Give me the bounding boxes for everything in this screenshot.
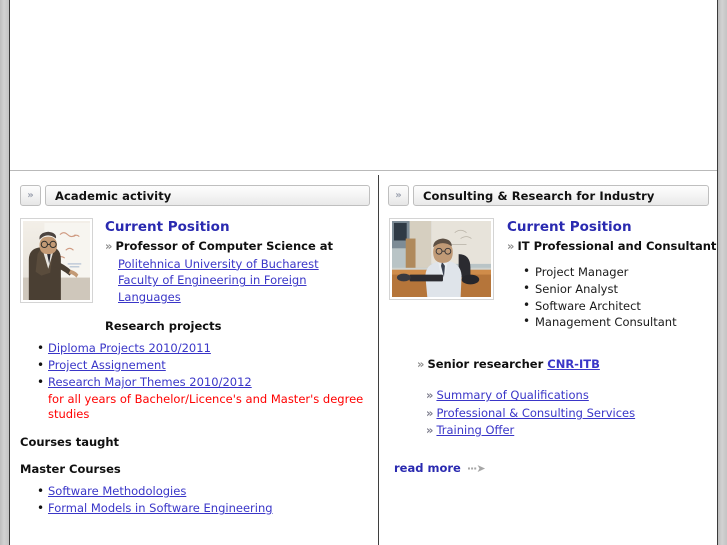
senior-researcher-prefix: Senior researcher [427, 357, 544, 372]
man-presenting-at-whiteboard-photo [23, 221, 90, 300]
link-summary-of-qualifications[interactable]: Summary of Qualifications [436, 388, 588, 402]
academic-text-block: Current Position » Professor of Computer … [105, 218, 368, 333]
list-item: Formal Models in Software Engineering [37, 499, 368, 517]
man-at-desk-with-computer-photo [392, 221, 491, 297]
link-formal-models-software-engineering[interactable]: Formal Models in Software Engineering [48, 501, 273, 515]
read-more-link[interactable]: read more ···➤ [394, 461, 707, 475]
academic-photo-frame [20, 218, 93, 303]
academic-affiliation-links: Politehnica University of Bucharest Facu… [105, 256, 368, 306]
master-courses-list: Software Methodologies Formal Models in … [20, 482, 368, 518]
top-banner-area [10, 0, 717, 170]
link-project-assignement[interactable]: Project Assignement [48, 358, 166, 372]
link-software-methodologies[interactable]: Software Methodologies [48, 484, 186, 498]
list-item: Diploma Projects 2010/2011 [37, 339, 368, 357]
right-edge-rule [717, 0, 718, 545]
panel-header-academic: » Academic activity [20, 185, 370, 206]
link-research-major-themes[interactable]: Research Major Themes 2010/2012 [48, 375, 252, 389]
heading-master-courses: Master Courses [20, 461, 121, 476]
chevron-right-icon: » [417, 357, 425, 372]
link-professional-consulting-services[interactable]: Professional & Consulting Services [436, 406, 635, 420]
research-projects-list: Diploma Projects 2010/2011 Project Assig… [20, 339, 368, 422]
list-item: Senior Analyst [523, 280, 707, 298]
page-root: » Academic activity Current Position » P… [0, 0, 727, 545]
list-item: Project Manager [523, 263, 707, 281]
academic-role-text: Professor of Computer Science at [115, 238, 334, 253]
academic-media-row: Current Position » Professor of Computer … [20, 218, 368, 333]
academic-role-line: » Professor of Computer Science at [105, 239, 368, 254]
chevron-right-icon: » [426, 388, 434, 403]
chevron-right-icon: » [426, 422, 434, 437]
consulting-role-line: » IT Professional and Consultant [507, 238, 716, 254]
chevron-right-icon: » [105, 238, 113, 253]
panel-header-consulting: » Consulting & Research for Industry [388, 185, 709, 206]
two-column-layout: » Academic activity Current Position » P… [10, 175, 717, 545]
list-item: Software Methodologies [37, 482, 368, 500]
consulting-media-row: Current Position » IT Professional and Co… [389, 218, 716, 332]
chevron-right-icon: » [507, 238, 515, 253]
arrow-link-row: » Training Offer [426, 422, 707, 439]
consulting-arrow-links: » Summary of Qualifications » Professional… [426, 387, 707, 439]
consulting-current-position-heading: Current Position [507, 219, 632, 235]
dashed-arrow-right-icon: ···➤ [466, 461, 486, 475]
panel-body-academic: Current Position » Professor of Computer … [10, 206, 378, 545]
consulting-photo-frame [389, 218, 494, 300]
heading-courses-taught: Courses taught [20, 434, 120, 449]
list-item: Project Assignement [37, 356, 368, 374]
consulting-role-text: IT Professional and Consultant [517, 238, 717, 253]
double-chevron-right-icon[interactable]: » [20, 185, 41, 206]
arrow-link-row: » Summary of Qualifications [426, 387, 707, 404]
senior-researcher-line: » Senior researcher CNR-ITB [417, 357, 707, 371]
courses-spacer [20, 517, 368, 535]
list-item: Management Consultant [523, 313, 707, 331]
list-item: Research Major Themes 2010/2012 for all … [37, 373, 368, 422]
list-item: Software Architect [523, 297, 707, 315]
heading-research-projects: Research projects [105, 318, 222, 333]
link-politehnica-university[interactable]: Politehnica University of Bucharest [118, 256, 368, 273]
right-page-gutter [718, 0, 727, 545]
research-themes-note: for all years of Bachelor/Licence's and … [48, 391, 364, 421]
academic-current-position-heading: Current Position [105, 219, 230, 235]
panel-consulting-research: » Consulting & Research for Industry Cur… [379, 175, 717, 545]
page-canvas: » Academic activity Current Position » P… [10, 0, 717, 545]
consulting-roles-list: Project Manager Senior Analyst Software … [507, 263, 707, 332]
arrow-link-row: » Professional & Consulting Services [426, 405, 707, 422]
panel-academic-activity: » Academic activity Current Position » P… [10, 175, 378, 545]
panel-title-consulting: Consulting & Research for Industry [413, 185, 709, 206]
chevron-right-icon: » [426, 405, 434, 420]
link-training-offer[interactable]: Training Offer [436, 423, 514, 437]
link-faculty-engineering-foreign-languages[interactable]: Faculty of Engineering in Foreign Langua… [118, 272, 368, 305]
link-diploma-projects[interactable]: Diploma Projects 2010/2011 [48, 341, 211, 355]
panel-title-academic: Academic activity [45, 185, 370, 206]
left-page-gutter [0, 0, 9, 545]
link-cnr-itb[interactable]: CNR-ITB [547, 357, 600, 371]
consulting-text-block: Current Position » IT Professional and Co… [507, 218, 716, 332]
read-more-label: read more [394, 461, 461, 476]
double-chevron-right-icon[interactable]: » [388, 185, 409, 206]
panel-body-consulting: Current Position » IT Professional and Co… [379, 206, 717, 475]
